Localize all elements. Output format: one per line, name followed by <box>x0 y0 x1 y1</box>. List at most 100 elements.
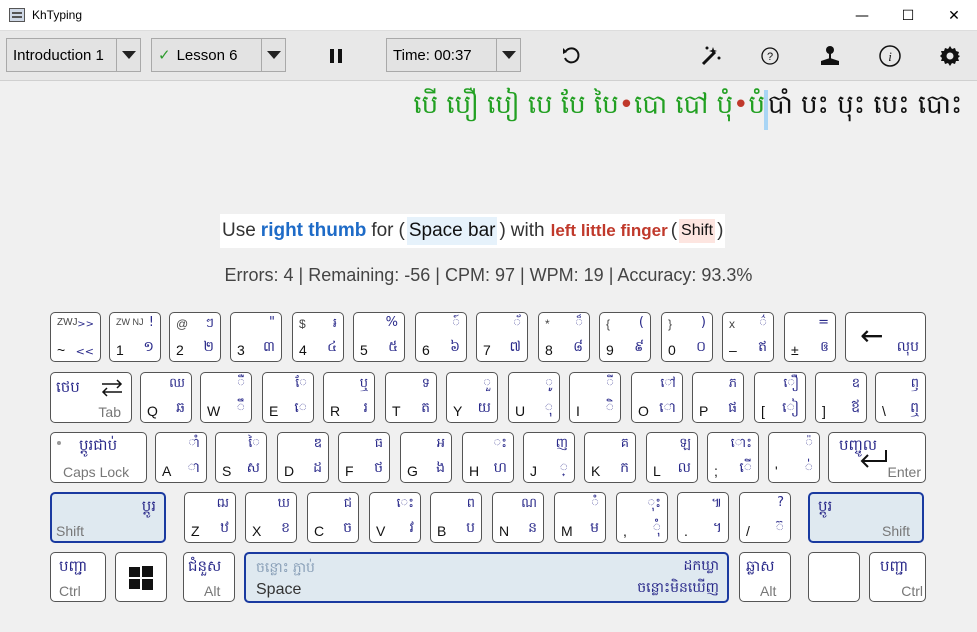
key-kh: ុ <box>544 400 553 416</box>
key-f[interactable]: ធ F ថ <box>338 432 390 483</box>
key-quote[interactable]: ៉ '់ <box>768 432 820 483</box>
key-en: K <box>591 463 601 479</box>
key-b[interactable]: ព B ប <box>430 492 482 543</box>
key-shift-en: * <box>545 317 550 331</box>
key-backspace[interactable]: ← លុប <box>845 312 926 362</box>
key-kh: ឋ <box>220 520 229 536</box>
key-a[interactable]: ាំ Aា <box>155 432 207 483</box>
key-5[interactable]: % 5 ៥ <box>353 312 405 362</box>
key-r[interactable]: ឬ R រ <box>323 372 375 423</box>
key-o[interactable]: ៅ Oោ <box>631 372 683 423</box>
key-u[interactable]: ូ Uុ <box>508 372 560 423</box>
minimize-button[interactable]: — <box>839 0 885 31</box>
key-0[interactable]: } ) 0 ០ <box>661 312 713 362</box>
key-enter[interactable]: បញ្ចូល Enter <box>828 432 926 483</box>
maximize-button[interactable]: ☐ <box>885 0 931 31</box>
key-shift-kh: ទ <box>421 376 430 391</box>
tab-arrows-icon <box>101 379 123 401</box>
key-en: \ <box>882 403 886 419</box>
key-1[interactable]: ZW NJ ! 1 ១ <box>109 312 161 362</box>
key-caps-lock[interactable]: ប្តូរជាប់ Caps Lock <box>50 432 147 483</box>
chevron-down-icon[interactable] <box>261 39 285 71</box>
key-e[interactable]: ែ Eេ <box>262 372 314 423</box>
key-kh: ២ <box>203 339 214 355</box>
key-3[interactable]: " 3 ៣ <box>230 312 282 362</box>
close-button[interactable]: ✕ <box>931 0 977 31</box>
lesson-select[interactable]: ✓ Lesson 6 <box>151 38 286 72</box>
key-6[interactable]: ៍ 6 ៦ <box>415 312 467 362</box>
key-t[interactable]: ទ T ត <box>385 372 437 423</box>
key-s[interactable]: ៃ S ស <box>215 432 267 483</box>
timer-select[interactable]: Time: 00:37 <box>386 38 521 72</box>
key-l[interactable]: ឡ Lល <box>646 432 698 483</box>
key-semicolon[interactable]: ោះ;ើ <box>707 432 759 483</box>
key-tab[interactable]: ថេប Tab <box>50 372 132 423</box>
joystick-icon[interactable] <box>817 43 843 69</box>
key-tilde[interactable]: ZWJ >> ~ << <box>50 312 101 362</box>
key-n[interactable]: ណN ន <box>492 492 544 543</box>
chevron-down-icon[interactable] <box>116 39 140 71</box>
key-2[interactable]: @ ៗ 2 ២ <box>169 312 221 362</box>
key-shift-kh: ៗ <box>205 316 214 331</box>
key-4[interactable]: $ ៛ 4 ៤ <box>292 312 344 362</box>
key-right-alt[interactable]: ឆ្លាស Alt <box>739 552 791 602</box>
key-i[interactable]: ី Iិ <box>569 372 621 423</box>
key-z[interactable]: ឍ Z ឋ <box>184 492 236 543</box>
typed-char: ប <box>716 90 734 120</box>
key-kh: េ <box>294 400 307 416</box>
key-windows[interactable] <box>115 552 167 602</box>
help-icon[interactable]: ? <box>757 43 783 69</box>
key-q[interactable]: ឈQ ឆ <box>140 372 192 423</box>
key-en: Caps Lock <box>63 464 130 480</box>
key-m[interactable]: ំ M ម <box>554 492 606 543</box>
typed-char <box>520 90 528 120</box>
level-select[interactable]: Introduction 1 <box>6 38 141 72</box>
key-shift-kh: " <box>269 315 275 330</box>
key-left-alt[interactable]: ជំនួស Alt <box>183 552 235 602</box>
key-p[interactable]: ភ P ផ <box>692 372 744 423</box>
magic-wand-icon[interactable] <box>698 43 724 69</box>
key-v[interactable]: េះ V វ <box>369 492 421 543</box>
key-9[interactable]: { ( 9 ៩ <box>599 312 651 362</box>
key-w[interactable]: ឺ Wឹ <box>200 372 252 423</box>
key-7[interactable]: ័ 7 ៧ <box>476 312 528 362</box>
key-left-shift[interactable]: ប្តូរ Shift <box>50 492 166 543</box>
chevron-down-icon[interactable] <box>496 39 520 71</box>
hint-paren-open: ( <box>670 220 678 241</box>
gear-icon[interactable] <box>937 43 963 69</box>
info-icon[interactable]: i <box>877 43 903 69</box>
key-en: 1 <box>116 342 124 358</box>
key-k[interactable]: គ K ក <box>584 432 636 483</box>
key-en: Tab <box>98 404 121 420</box>
key-right-bracket[interactable]: ឧ] ឪ <box>815 372 867 423</box>
key-en: 6 <box>422 342 430 358</box>
key-d[interactable]: ឌ D ដ <box>277 432 329 483</box>
key-comma[interactable]: ុះ,ុំ <box>616 492 668 543</box>
key-menu[interactable] <box>808 552 860 602</box>
hint-with: with <box>510 220 545 241</box>
key-g[interactable]: អ G ង <box>400 432 452 483</box>
key-right-ctrl[interactable]: បញ្ជា Ctrl <box>869 552 926 602</box>
key-h[interactable]: ះ H ហ <box>462 432 514 483</box>
pause-icon[interactable] <box>323 43 349 69</box>
key-slash[interactable]: ? /៊ <box>739 492 791 543</box>
key-j[interactable]: ញ J្ <box>523 432 575 483</box>
key-backslash[interactable]: ឭ \ ឮ <box>875 372 926 423</box>
key-8[interactable]: * ៏ 8 ៨ <box>538 312 590 362</box>
key-c[interactable]: ជ C ច <box>307 492 359 543</box>
key-left-bracket[interactable]: ឿ [ៀ <box>754 372 806 423</box>
hint-use: Use <box>222 220 256 241</box>
key-en: Alt <box>760 583 777 599</box>
restart-icon[interactable] <box>558 43 584 69</box>
key-space[interactable]: ចន្លោះ ភ្ជាប់ ដកឃ្លា Space ចន្លោះមិនឃើញ <box>244 552 729 603</box>
key-kh: ិ <box>605 400 614 416</box>
key-shift-kh: ៉ <box>805 436 813 451</box>
key-minus[interactable]: x ៌ – ឥ <box>722 312 774 362</box>
key-x[interactable]: ឃX ខ <box>245 492 297 543</box>
key-shift-kh: ឬ <box>359 376 368 391</box>
key-left-ctrl[interactable]: បញ្ជា Ctrl <box>50 552 106 602</box>
key-period[interactable]: ៕. ។ <box>677 492 729 543</box>
key-right-shift[interactable]: ប្តូរ Shift <box>808 492 924 543</box>
key-equals[interactable]: = ± ឲ <box>784 312 836 362</box>
key-y[interactable]: ួ Y យ <box>446 372 498 423</box>
